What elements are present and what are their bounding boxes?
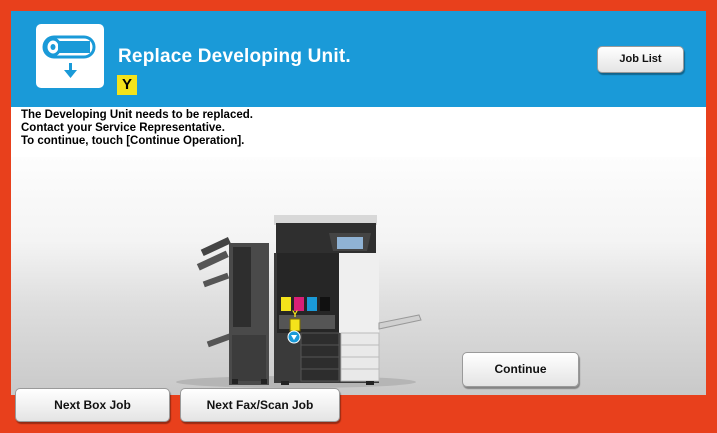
message-line-1: The Developing Unit needs to be replaced… (21, 109, 253, 121)
message-line-3: To continue, touch [Continue Operation]. (21, 135, 245, 147)
next-fax-scan-job-button[interactable]: Next Fax/Scan Job (180, 388, 340, 422)
message-area: The Developing Unit needs to be replaced… (11, 107, 706, 157)
warning-panel: Replace Developing Unit. Y Job List The … (11, 11, 706, 395)
printer-illustration: Y (176, 215, 422, 388)
continue-button[interactable]: Continue (462, 352, 579, 387)
job-list-button[interactable]: Job List (597, 46, 684, 73)
printer-marker-label: Y (292, 309, 298, 319)
yellow-color-badge: Y (117, 75, 137, 95)
next-box-job-button[interactable]: Next Box Job (15, 388, 170, 422)
developing-unit-replace-icon (36, 24, 104, 88)
page-title: Replace Developing Unit. (118, 46, 351, 67)
message-line-2: Contact your Service Representative. (21, 122, 225, 134)
warning-header: Replace Developing Unit. Y Job List (11, 11, 706, 107)
illustration-area: Y (11, 157, 706, 395)
